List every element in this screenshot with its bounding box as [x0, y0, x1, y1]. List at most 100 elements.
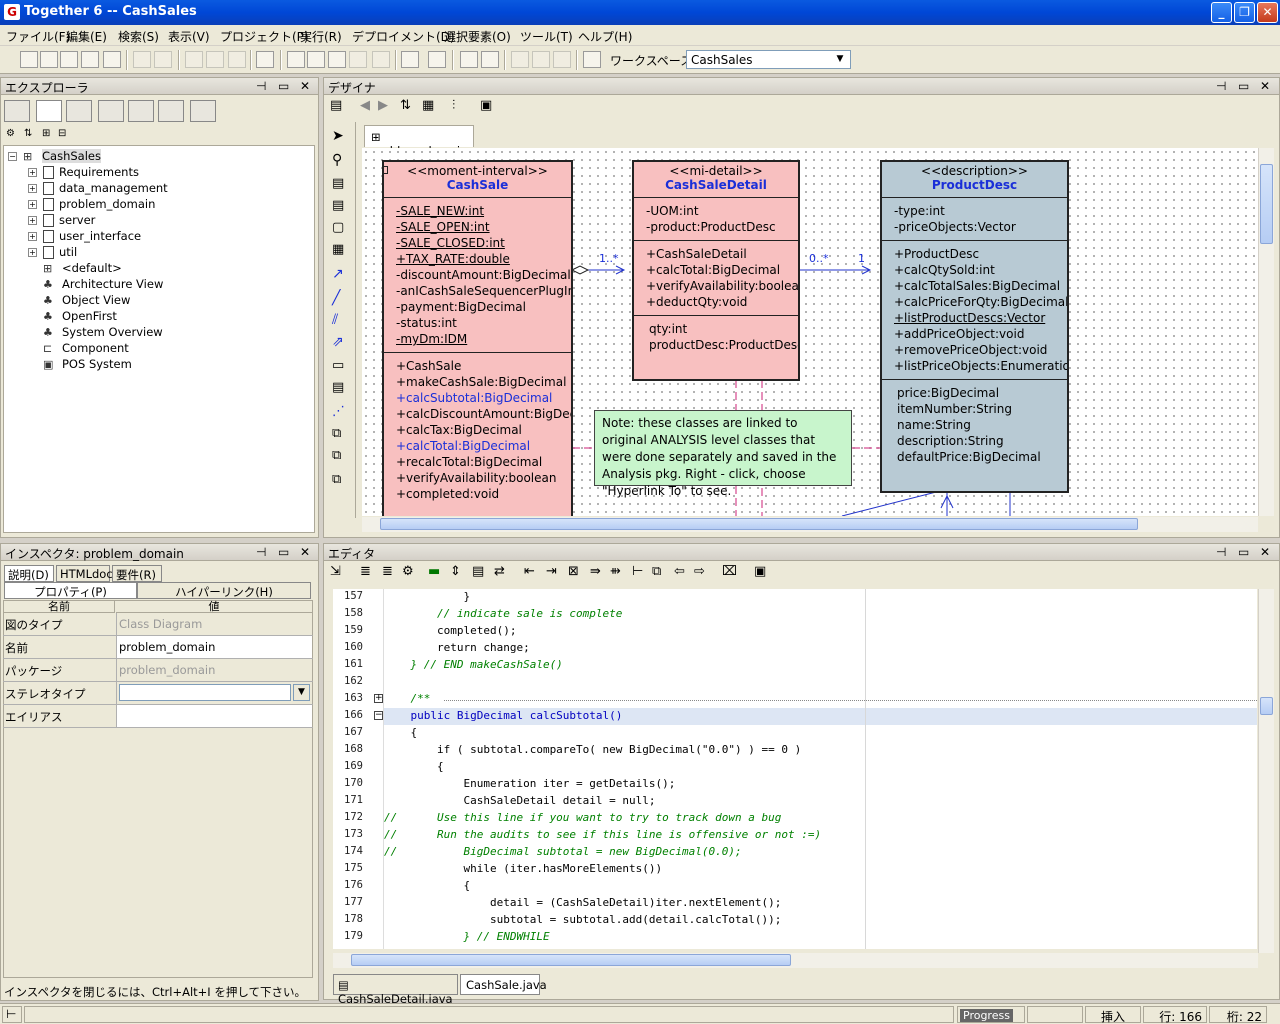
browse-icon[interactable]: ⌧	[722, 564, 737, 579]
maximize-button[interactable]: ❐	[1234, 2, 1255, 23]
select-arrow-icon[interactable]: ➤	[332, 128, 344, 144]
undo-icon[interactable]	[133, 51, 151, 68]
workspace-select[interactable]: CashSales ▼	[686, 50, 851, 69]
dependency-tool-icon[interactable]: ⇗	[332, 334, 344, 350]
copy-icon[interactable]	[206, 51, 224, 68]
explorer-tab-xml-icon[interactable]	[190, 100, 216, 122]
menu-help[interactable]: ヘルプ(H)	[578, 28, 632, 45]
new-project-icon[interactable]	[40, 51, 58, 68]
scroll-thumb[interactable]	[380, 518, 1138, 530]
diagram-props-icon[interactable]: ▤	[330, 98, 342, 113]
bookmark-icon[interactable]: ▬	[428, 564, 440, 579]
association-tool-icon[interactable]: ↗	[332, 266, 344, 282]
chevron-down-icon[interactable]: ▼	[832, 52, 848, 67]
close-icon[interactable]: ✕	[300, 545, 310, 559]
print-diagram-icon[interactable]: ▣	[480, 98, 492, 113]
pattern2-tool-icon[interactable]: ⧉	[332, 448, 341, 463]
link-tool-icon[interactable]: ╱	[332, 290, 340, 306]
new-file-icon[interactable]	[20, 51, 38, 68]
options-icon[interactable]	[428, 51, 446, 68]
pin-icon[interactable]: ⊣	[256, 545, 266, 559]
sort-icon[interactable]: ⚙	[6, 128, 15, 139]
class-tool-icon[interactable]: ▤	[332, 198, 344, 213]
build-icon[interactable]	[460, 51, 478, 68]
close-icon[interactable]: ✕	[300, 79, 310, 93]
menu-view[interactable]: 表示(V)	[168, 28, 210, 45]
tree-item[interactable]: + user_interface	[28, 229, 141, 243]
debug-icon[interactable]	[532, 51, 550, 68]
layout-icon[interactable]: ⇅	[400, 98, 411, 113]
explorer-tab-favorites-icon[interactable]	[66, 100, 92, 122]
tab-htmldoc[interactable]: HTMLdoc	[56, 565, 113, 582]
explorer-tab-files-icon[interactable]	[4, 100, 30, 122]
tab-description[interactable]: 説明(D)	[4, 565, 54, 582]
restore-icon[interactable]: ▭	[278, 545, 289, 559]
menu-deploy[interactable]: デプロイメント(D)	[352, 28, 455, 45]
note-tool-icon[interactable]: ▭	[332, 358, 344, 373]
tree-item[interactable]: ♣ System Overview	[43, 325, 163, 339]
explorer-tab-modules-icon[interactable]	[128, 100, 154, 122]
class-productdesc[interactable]: <<description>> ProductDesc -type:int -p…	[880, 160, 1069, 493]
run-icon[interactable]	[511, 51, 529, 68]
indent-icon[interactable]: ⇤	[524, 564, 535, 579]
tree-item[interactable]: + problem_domain	[28, 197, 155, 211]
tree-item[interactable]: ♣ OpenFirst	[43, 309, 117, 323]
split-icon[interactable]: ⧉	[652, 564, 661, 579]
back-icon[interactable]: ◀	[360, 98, 370, 113]
code-editor[interactable]: } // indicate sale is complete completed…	[384, 589, 1257, 949]
package-tool-icon[interactable]: ▤	[332, 176, 344, 191]
stereotype-select[interactable]: ▼	[116, 682, 312, 704]
comment-icon[interactable]: ⊠	[568, 564, 579, 579]
menu-tools[interactable]: ツール(T)	[520, 28, 573, 45]
tree-item[interactable]: ⊏ Component	[43, 341, 129, 355]
cut-icon[interactable]	[185, 51, 203, 68]
hierarchy-icon[interactable]: ⫶	[452, 98, 455, 113]
designer-hscroll[interactable]	[362, 517, 1258, 532]
fold-collapse-icon[interactable]: −	[374, 711, 383, 720]
tree-item[interactable]: + util	[28, 245, 77, 259]
editor-hscroll[interactable]	[333, 953, 1258, 968]
redo-icon[interactable]	[154, 51, 172, 68]
uncomment-icon[interactable]: ⇛	[590, 564, 601, 579]
tree-item[interactable]: + server	[28, 213, 95, 227]
tab-requirements[interactable]: 要件(R)	[112, 565, 162, 582]
menu-search[interactable]: 検索(S)	[118, 28, 159, 45]
goto-icon[interactable]: ⇕	[450, 564, 461, 579]
component-icon[interactable]	[349, 51, 367, 68]
alias-field[interactable]	[116, 705, 312, 727]
back-icon[interactable]: ⇦	[674, 564, 685, 579]
component2-icon[interactable]	[372, 51, 390, 68]
tree-item[interactable]: + Requirements	[28, 165, 139, 179]
menu-edit[interactable]: 編集(E)	[66, 28, 107, 45]
print-icon[interactable]	[103, 51, 121, 68]
diagram3-icon[interactable]	[328, 51, 346, 68]
tree-item[interactable]: ▣ POS System	[43, 357, 132, 371]
menu-selection[interactable]: 選択要素(O)	[444, 28, 511, 45]
format2-icon[interactable]: ≣	[382, 564, 393, 579]
tree-icon[interactable]: ⊢	[632, 564, 643, 579]
open-icon[interactable]	[60, 51, 78, 68]
filter-icon[interactable]: ⇅	[24, 128, 32, 139]
step-icon[interactable]	[553, 51, 571, 68]
pin-icon[interactable]: ⊣	[1216, 545, 1226, 559]
chevron-down-icon[interactable]: ▼	[293, 684, 310, 701]
class-cashsale[interactable]: <<moment-interval>> CashSale -SALE_NEW:i…	[382, 160, 573, 516]
editor-icon[interactable]: ⇲	[330, 564, 341, 579]
expand-icon[interactable]: ⊞	[42, 128, 50, 139]
name-field[interactable]: problem_domain	[116, 636, 312, 658]
explorer-tab-diagrams-icon[interactable]	[98, 100, 124, 122]
paste-icon[interactable]	[228, 51, 246, 68]
tree-item[interactable]: ⊞ <default>	[43, 261, 122, 275]
diagram-icon[interactable]	[287, 51, 305, 68]
save-icon[interactable]	[81, 51, 99, 68]
status-icon[interactable]: ⊢	[2, 1006, 22, 1023]
tree-item[interactable]: ♣ Architecture View	[43, 277, 163, 291]
pattern3-tool-icon[interactable]: ⧉	[332, 472, 341, 487]
designer-vscroll[interactable]	[1258, 148, 1274, 516]
restore-icon[interactable]: ▭	[1238, 79, 1249, 93]
close-button[interactable]: ✕	[1257, 2, 1278, 23]
file-tab-cashsale[interactable]: CashSale.java	[460, 974, 547, 995]
list-icon[interactable]: ▤	[472, 564, 484, 579]
interface-tool-icon[interactable]: ▢	[332, 220, 344, 235]
forward-icon[interactable]: ⇨	[694, 564, 705, 579]
